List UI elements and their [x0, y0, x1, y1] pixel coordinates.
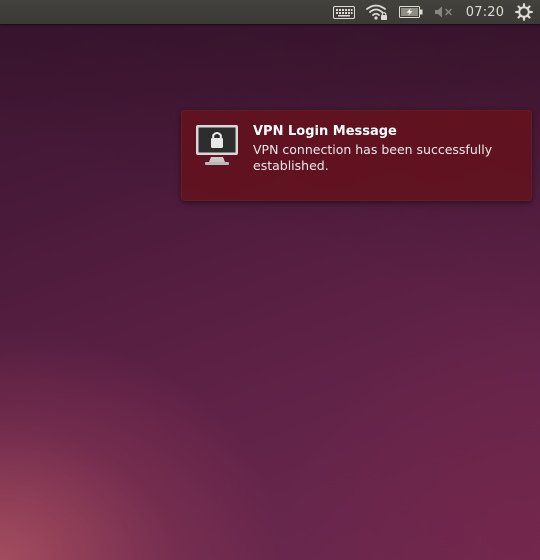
session-menu[interactable] [513, 0, 535, 24]
notification-bubble: VPN Login Message VPN connection has bee… [181, 110, 532, 201]
clock-indicator[interactable]: 07:20 [462, 0, 508, 24]
gear-icon [515, 3, 533, 21]
wifi-locked-icon [366, 4, 387, 20]
network-indicator[interactable] [364, 0, 390, 24]
keyboard-indicator[interactable] [332, 0, 356, 24]
battery-charging-icon [399, 6, 423, 18]
keyboard-icon [333, 5, 355, 19]
clock-time: 07:20 [465, 4, 505, 20]
sound-muted-icon [435, 6, 452, 18]
sound-indicator[interactable] [433, 0, 455, 24]
notification-body: VPN connection has been successfully est… [253, 142, 493, 173]
notification-title: VPN Login Message [253, 124, 397, 139]
top-panel: 07:20 [0, 0, 540, 24]
desktop-background [0, 0, 540, 560]
battery-indicator[interactable] [398, 0, 424, 24]
monitor-lock-icon [196, 125, 238, 165]
